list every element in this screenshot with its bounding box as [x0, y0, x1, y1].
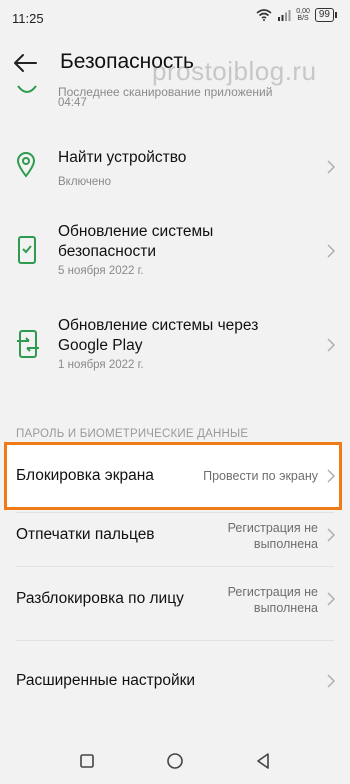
divider: [16, 640, 334, 641]
status-icons: 0,00 B/S 99: [256, 8, 338, 22]
face-unlock-row[interactable]: Разблокировка по лицу Регистрация не вып…: [0, 574, 350, 622]
item-sub: 5 ноября 2022 г.: [58, 265, 144, 277]
back-arrow-icon[interactable]: [10, 48, 40, 78]
status-bar: 11:25 0,00 B/S 99: [0, 0, 350, 34]
item-sub: 1 ноября 2022 г.: [58, 359, 144, 371]
list-item-security-update[interactable]: Обновление системы безопасности 5 ноября…: [0, 220, 350, 284]
item-title: Найти устройство: [58, 149, 187, 166]
shield-check-icon: [17, 85, 37, 93]
divider: [16, 566, 334, 567]
navigation-bar: [0, 736, 350, 784]
item-sub: Включено: [58, 176, 112, 188]
row-value: Регистрация не выполнена: [227, 585, 318, 615]
row-value: Регистрация не выполнена: [227, 521, 318, 551]
divider: [16, 512, 334, 513]
section-header: ПАРОЛЬ И БИОМЕТРИЧЕСКИЕ ДАННЫЕ: [16, 428, 249, 440]
chevron-right-icon: [327, 338, 335, 352]
list-item-last-scan[interactable]: Последнее сканирование приложений 04:47: [0, 80, 350, 112]
item-title: Обновление системы через Google Play: [58, 317, 259, 354]
row-value: Провести по экрану: [203, 469, 318, 483]
list-item-google-play-update[interactable]: Обновление системы через Google Play 1 н…: [0, 314, 350, 378]
row-title: Расширенные настройки: [16, 672, 196, 689]
phone-check-icon: [18, 236, 36, 264]
signal-icon: [278, 10, 291, 21]
row-title: Разблокировка по лицу: [16, 590, 184, 607]
row-title: Отпечатки пальцев: [16, 526, 155, 543]
home-icon[interactable]: [162, 748, 188, 774]
fingerprints-row[interactable]: Отпечатки пальцев Регистрация не выполне…: [0, 514, 350, 562]
item-sub: 04:47: [58, 97, 87, 109]
chevron-right-icon: [327, 528, 335, 542]
location-pin-icon: [16, 152, 36, 178]
item-title: Обновление системы безопасности: [58, 223, 214, 260]
chevron-right-icon: [327, 469, 335, 483]
item-title: Последнее сканирование приложений: [58, 85, 273, 99]
phone-sync-icon: [17, 330, 39, 358]
recent-apps-icon[interactable]: [74, 748, 100, 774]
chevron-right-icon: [327, 674, 335, 688]
chevron-right-icon: [327, 244, 335, 258]
list-item-find-device[interactable]: Найти устройство Включено: [0, 140, 350, 196]
wifi-icon: [256, 9, 272, 21]
screen-lock-row[interactable]: Блокировка экрана Провести по экрану: [0, 445, 350, 507]
status-time: 11:25: [12, 11, 44, 26]
chevron-right-icon: [327, 592, 335, 606]
row-title: Блокировка экрана: [16, 467, 154, 484]
net-speed: 0,00 B/S: [296, 8, 310, 22]
back-icon[interactable]: [250, 748, 276, 774]
advanced-settings-row[interactable]: Расширенные настройки: [0, 660, 350, 704]
battery-icon: 99: [314, 8, 338, 22]
chevron-right-icon: [327, 160, 335, 174]
